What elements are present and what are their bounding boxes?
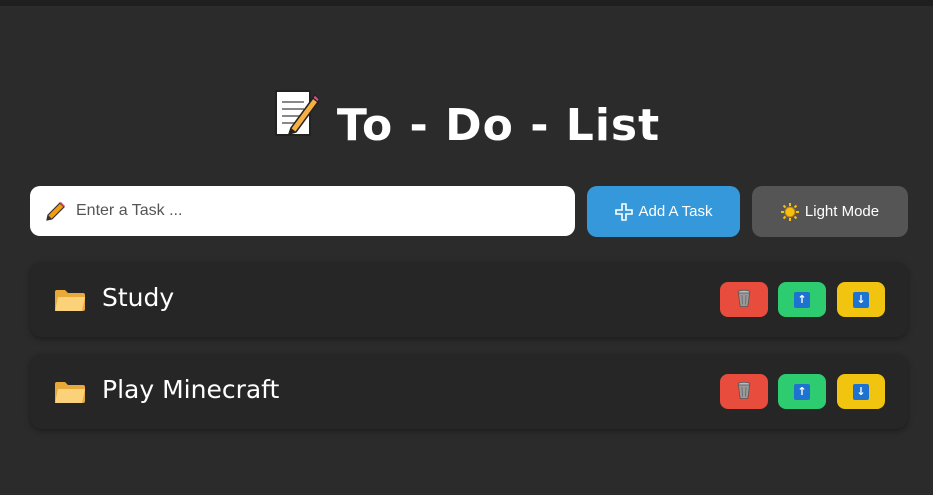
add-task-button[interactable]: Add A Task (587, 186, 740, 237)
task-item: Play Minecraft ↑ ↓ (30, 354, 908, 429)
task-input[interactable] (76, 186, 556, 236)
arrow-up-icon: ↑ (794, 291, 810, 308)
delete-task-button[interactable] (720, 282, 768, 317)
arrow-down-icon: ↓ (853, 383, 869, 400)
folder-icon (54, 380, 86, 408)
pencil-icon (44, 201, 66, 223)
move-up-button[interactable]: ↑ (778, 282, 826, 317)
task-input-container (30, 186, 575, 236)
title-text: To - Do - List (336, 100, 661, 151)
arrow-down-icon: ↓ (853, 291, 869, 308)
window-top-bar (0, 0, 933, 6)
light-mode-button[interactable]: Light Mode (752, 186, 908, 237)
move-up-button[interactable]: ↑ (778, 374, 826, 409)
task-label: Play Minecraft (102, 375, 280, 404)
add-task-label: Add A Task (638, 203, 713, 220)
trash-icon (736, 289, 752, 311)
task-label: Study (102, 283, 175, 312)
delete-task-button[interactable] (720, 374, 768, 409)
memo-icon (273, 88, 320, 156)
sun-icon (780, 202, 799, 221)
arrow-up-icon: ↑ (794, 383, 810, 400)
move-down-button[interactable]: ↓ (837, 374, 885, 409)
folder-icon (54, 288, 86, 316)
move-down-button[interactable]: ↓ (837, 282, 885, 317)
light-mode-label: Light Mode (804, 203, 880, 220)
task-item: Study ↑ ↓ (30, 262, 908, 337)
plus-icon (614, 202, 633, 221)
trash-icon (736, 381, 752, 403)
page-title: To - Do - List (0, 90, 933, 160)
